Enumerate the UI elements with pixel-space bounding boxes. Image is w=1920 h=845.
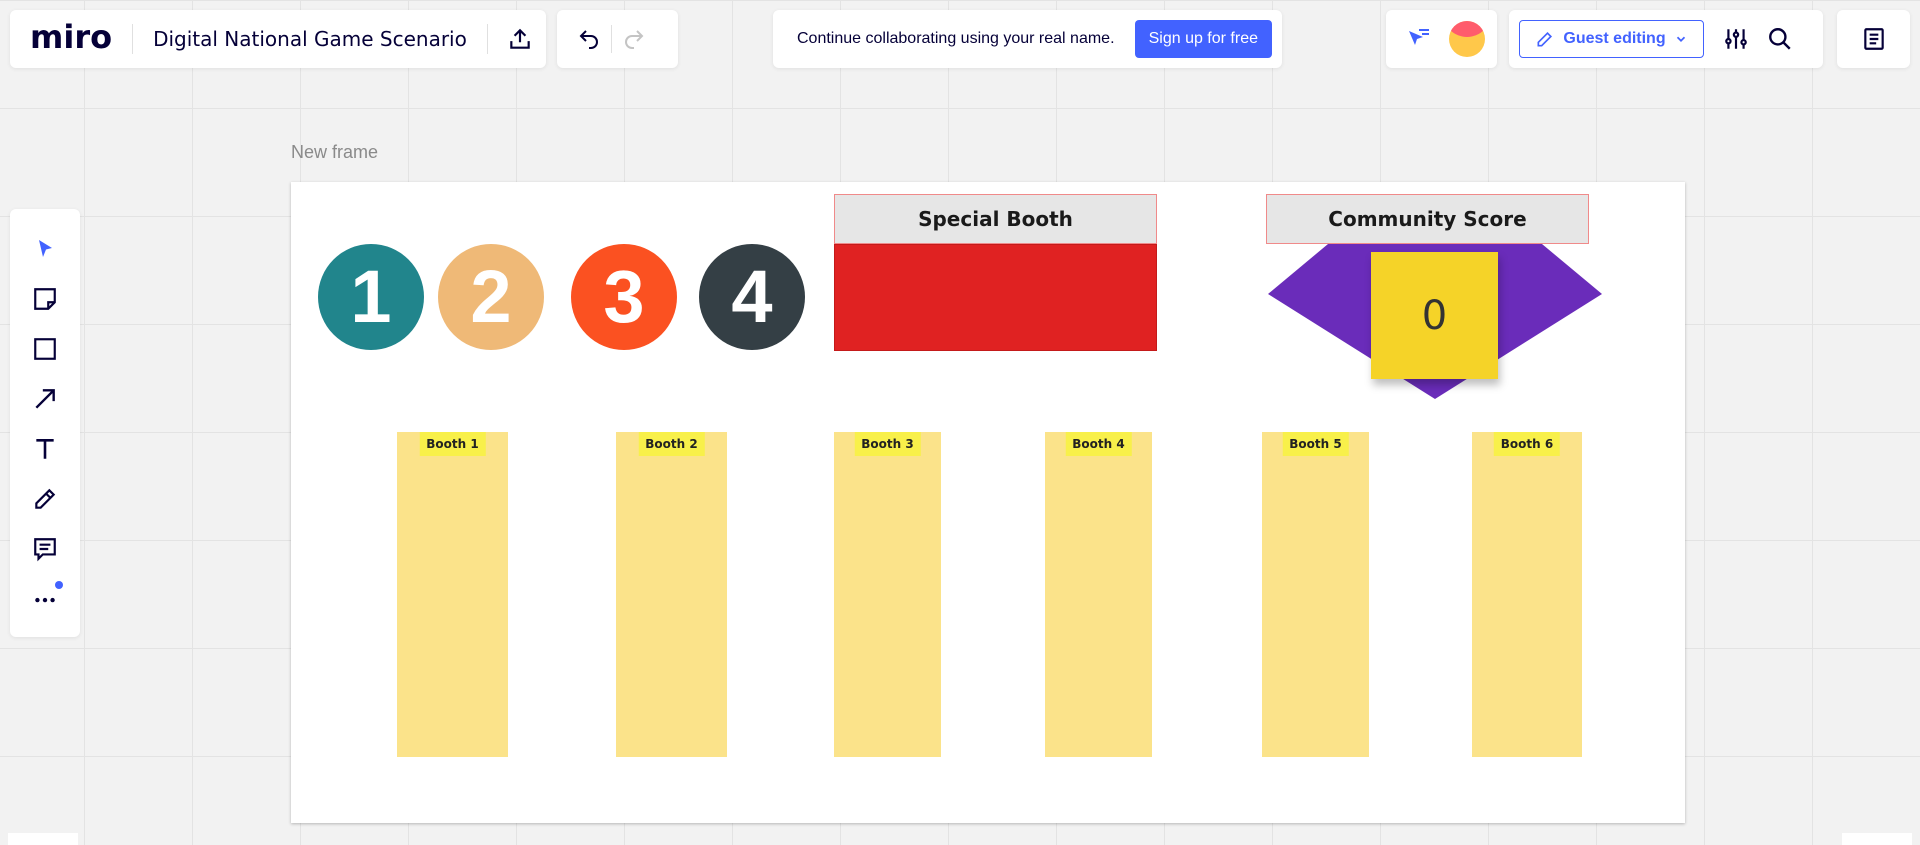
special-booth-header[interactable]: Special Booth <box>834 194 1157 244</box>
divider <box>611 25 612 53</box>
booth-label: Booth 6 <box>1493 432 1561 456</box>
booth-label: Booth 3 <box>854 432 921 456</box>
booth-column-4[interactable]: Booth 4 <box>1045 432 1152 757</box>
undo-icon <box>579 30 598 49</box>
number-circle-3[interactable]: 3 <box>571 244 677 350</box>
text-icon <box>36 439 54 459</box>
guest-editing-button[interactable]: Guest editing <box>1519 20 1704 58</box>
arrow-tool[interactable] <box>23 377 67 421</box>
comment-tool[interactable] <box>23 527 67 571</box>
more-tools-button[interactable] <box>23 577 67 621</box>
community-score-header[interactable]: Community Score <box>1266 194 1589 244</box>
undo-button[interactable] <box>569 19 609 59</box>
board-header-panel: miro Digital National Game Scenario <box>10 10 546 68</box>
booth-label: Booth 2 <box>638 432 705 456</box>
guest-editing-label: Guest editing <box>1563 30 1666 47</box>
tools-panel: Guest editing <box>1509 10 1823 68</box>
pen-icon <box>35 488 56 509</box>
sliders-icon <box>1725 29 1747 49</box>
more-icon <box>35 597 55 603</box>
select-icon <box>39 240 52 257</box>
left-toolbar <box>10 209 80 637</box>
booth-column-3[interactable]: Booth 3 <box>834 432 941 757</box>
redo-icon <box>625 30 644 49</box>
collab-message: Continue collaborating using your real n… <box>797 30 1115 47</box>
divider <box>486 24 488 54</box>
avatar[interactable] <box>1448 21 1485 57</box>
frame-label[interactable]: New frame <box>291 142 378 163</box>
booth-label: Booth 1 <box>419 432 486 456</box>
signup-button[interactable]: Sign up for free <box>1134 20 1272 58</box>
chevron-down-icon <box>1676 36 1685 42</box>
bottom-right-panel-edge <box>1842 833 1912 845</box>
divider <box>132 24 134 54</box>
notes-button[interactable] <box>1854 19 1894 59</box>
shape-icon <box>34 338 56 360</box>
booth-column-1[interactable]: Booth 1 <box>397 432 508 757</box>
arrow-icon <box>35 389 55 409</box>
circle-number: 4 <box>731 255 773 338</box>
booth-label: Booth 4 <box>1065 432 1132 456</box>
redo-button[interactable] <box>614 19 654 59</box>
settings-button[interactable] <box>1716 19 1756 59</box>
document-icon <box>1863 28 1884 50</box>
select-tool[interactable] <box>23 227 67 271</box>
text-tool[interactable] <box>23 427 67 471</box>
upload-icon <box>510 28 530 49</box>
circle-number: 2 <box>470 255 512 338</box>
community-score-note[interactable]: 0 <box>1371 252 1498 379</box>
sticky-note-icon <box>34 288 56 310</box>
search-icon <box>1769 28 1791 50</box>
export-button[interactable] <box>500 19 540 59</box>
notification-dot <box>55 581 63 589</box>
collaborator-cursors-button[interactable] <box>1399 19 1439 59</box>
number-circle-4[interactable]: 4 <box>699 244 805 350</box>
sticky-note-tool[interactable] <box>23 277 67 321</box>
board-frame[interactable]: 1 2 3 4 Special Booth Community Score 0 … <box>291 182 1685 823</box>
pen-tool[interactable] <box>23 477 67 521</box>
signup-banner: Continue collaborating using your real n… <box>773 10 1282 68</box>
pencil-icon <box>1537 31 1553 47</box>
collaborators-panel <box>1386 10 1497 68</box>
booth-column-2[interactable]: Booth 2 <box>616 432 727 757</box>
community-score-value: 0 <box>1421 292 1448 339</box>
bottom-left-panel-edge <box>8 833 78 845</box>
booth-column-6[interactable]: Booth 6 <box>1472 432 1582 757</box>
circle-number: 3 <box>603 255 645 338</box>
number-circle-2[interactable]: 2 <box>438 244 544 350</box>
booth-column-5[interactable]: Booth 5 <box>1262 432 1369 757</box>
search-button[interactable] <box>1760 19 1800 59</box>
miro-logo[interactable]: miro <box>30 21 112 53</box>
number-circle-1[interactable]: 1 <box>318 244 424 350</box>
shape-tool[interactable] <box>23 327 67 371</box>
booth-label: Booth 5 <box>1282 432 1349 456</box>
history-panel <box>557 10 678 68</box>
cursor-flag-icon <box>1408 29 1429 45</box>
comment-icon <box>34 538 56 562</box>
special-booth-area[interactable] <box>834 244 1157 351</box>
notes-panel <box>1837 10 1910 68</box>
board-title[interactable]: Digital National Game Scenario <box>153 27 467 51</box>
circle-number: 1 <box>350 255 392 338</box>
